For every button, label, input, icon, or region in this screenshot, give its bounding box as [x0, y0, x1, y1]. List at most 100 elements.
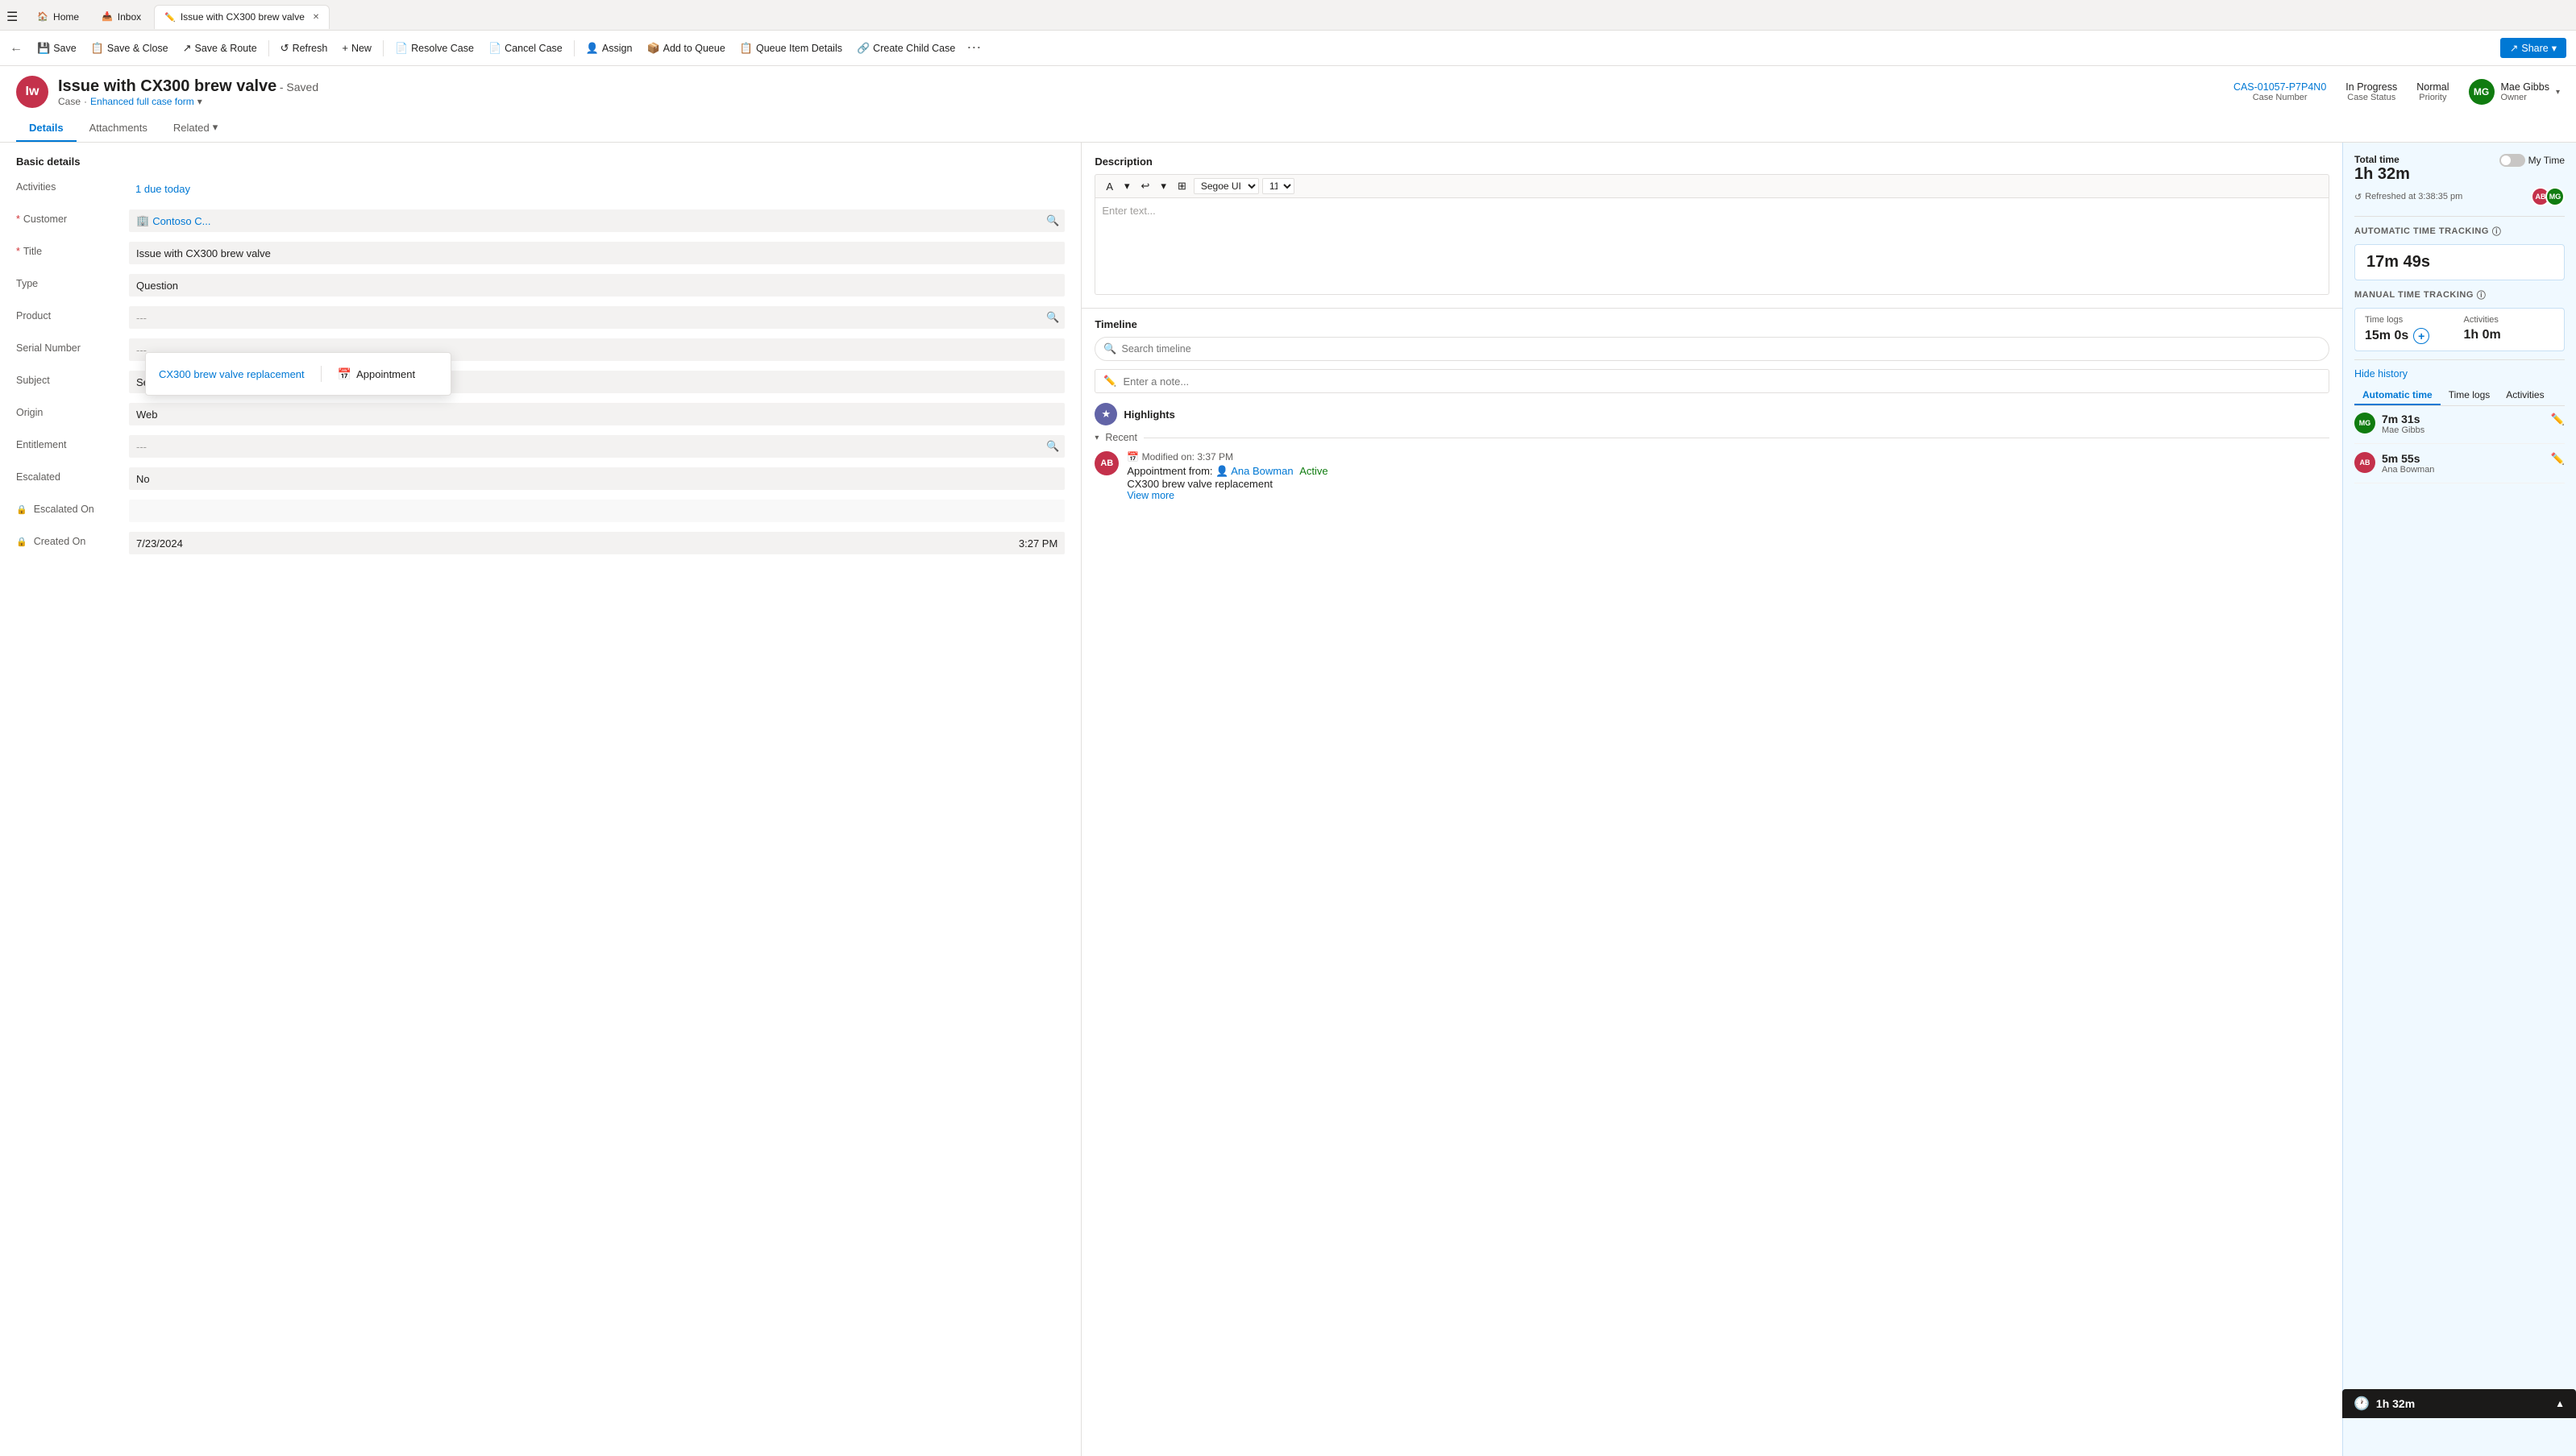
timeline-search-bar[interactable]: 🔍: [1095, 337, 2329, 361]
child-case-icon: 🔗: [857, 42, 870, 55]
format-btn-1[interactable]: A: [1102, 179, 1117, 194]
back-button[interactable]: ←: [10, 41, 23, 56]
assign-button[interactable]: 👤 Assign: [580, 39, 639, 58]
queue-icon: 📦: [646, 42, 659, 55]
owner-chevron-icon[interactable]: ▾: [2556, 88, 2560, 97]
timeline-search-icon: 🔍: [1103, 342, 1116, 355]
tab-details[interactable]: Details: [16, 114, 77, 142]
description-editor[interactable]: Enter text...: [1095, 198, 2329, 295]
hamburger-menu[interactable]: ☰: [6, 9, 18, 25]
save-route-button[interactable]: ↗ Save & Route: [177, 39, 264, 58]
share-button[interactable]: ↗ Share ▾: [2500, 38, 2566, 58]
add-to-queue-button[interactable]: 📦 Add to Queue: [640, 39, 731, 58]
activities-link[interactable]: 1 due today: [135, 183, 190, 195]
my-time-toggle[interactable]: My Time: [2499, 154, 2565, 167]
title-value[interactable]: Issue with CX300 brew valve: [129, 242, 1065, 264]
entry-content: Appointment from: 👤 Ana Bowman Active: [1127, 465, 2329, 478]
appointment-option[interactable]: 📅 Appointment: [338, 367, 415, 381]
font-family-select[interactable]: Segoe UI: [1194, 178, 1259, 194]
person-icon: 👤: [1215, 465, 1231, 477]
origin-label: Origin: [16, 403, 129, 418]
tab-close-button[interactable]: ✕: [313, 13, 319, 22]
queue-details-icon: 📋: [740, 42, 753, 55]
type-value[interactable]: Question: [129, 274, 1065, 297]
tab-home[interactable]: 🏠 Home: [27, 5, 89, 29]
tab-issue[interactable]: ✏️ Issue with CX300 brew valve ✕: [154, 5, 330, 29]
bottom-bar-chevron-icon: ▲: [2555, 1398, 2565, 1409]
history-edit-1[interactable]: ✏️: [2551, 413, 2565, 426]
escalated-on-label: 🔒 Escalated On: [16, 500, 129, 515]
view-more-link[interactable]: View more: [1127, 490, 2329, 501]
description-title: Description: [1095, 156, 2329, 168]
tab-attachments[interactable]: Attachments: [77, 114, 160, 142]
info-icon[interactable]: ⓘ: [2492, 225, 2502, 238]
save-close-button[interactable]: 📋 Save & Close: [85, 39, 175, 58]
total-time-value: 1h 32m: [2354, 165, 2410, 184]
refresh-icon: ↺: [280, 42, 289, 55]
origin-value[interactable]: Web: [129, 403, 1065, 425]
priority-meta: Normal Priority: [2416, 81, 2449, 102]
resolve-icon: 📄: [395, 42, 408, 55]
serial-number-label: Serial Number: [16, 338, 129, 354]
history-name-2: Ana Bowman: [2382, 465, 2545, 475]
add-time-log-button[interactable]: +: [2413, 328, 2429, 344]
bottom-time-bar[interactable]: 🕐 1h 32m ▲: [2342, 1389, 2576, 1418]
highlights-label: Highlights: [1124, 409, 1175, 421]
refresh-button[interactable]: ↺ Refresh: [274, 39, 334, 58]
save-button[interactable]: 💾 Save: [31, 39, 83, 58]
tab-inbox[interactable]: 📥 Inbox: [92, 5, 151, 29]
popup-link[interactable]: CX300 brew valve replacement: [159, 368, 305, 380]
history-name-1: Mae Gibbs: [2382, 425, 2545, 435]
tab-related[interactable]: Related ▾: [160, 114, 231, 142]
save-icon: 💾: [37, 42, 50, 55]
record-title-info: Issue with CX300 brew valve - Saved Case…: [58, 77, 2224, 107]
create-child-case-button[interactable]: 🔗 Create Child Case: [850, 39, 962, 58]
edit-icon: ✏️: [164, 12, 176, 23]
resolve-case-button[interactable]: 📄 Resolve Case: [388, 39, 480, 58]
time-logs-value: 15m 0s +: [2365, 328, 2456, 344]
auto-time-box: 17m 49s: [2354, 244, 2565, 280]
undo-btn[interactable]: ↩: [1137, 178, 1154, 194]
history-edit-2[interactable]: ✏️: [2551, 452, 2565, 466]
timeline-search-input[interactable]: [1122, 343, 2321, 355]
entitlement-value[interactable]: --- 🔍: [129, 435, 1065, 458]
queue-item-details-button[interactable]: 📋 Queue Item Details: [733, 39, 849, 58]
customer-value[interactable]: 🏢 Contoso C... 🔍: [129, 209, 1065, 232]
history-tab-logs[interactable]: Time logs: [2441, 386, 2499, 405]
note-input[interactable]: [1124, 375, 2321, 388]
entitlement-search-icon[interactable]: 🔍: [1046, 440, 1059, 453]
lock-icon: 🔒: [16, 504, 27, 515]
mg-avatar: MG: [2545, 187, 2565, 206]
note-input-row: ✏️: [1095, 369, 2329, 393]
product-search-icon[interactable]: 🔍: [1046, 311, 1059, 324]
recent-chevron-icon[interactable]: ▾: [1095, 433, 1099, 442]
form-chevron-icon[interactable]: ▾: [197, 96, 202, 107]
time-logs-label: Time logs: [2365, 315, 2456, 325]
hide-history-link[interactable]: Hide history: [2354, 368, 2565, 380]
form-link[interactable]: Enhanced full case form: [90, 96, 194, 107]
customer-search-icon[interactable]: 🔍: [1046, 214, 1059, 227]
cancel-case-button[interactable]: 📄 Cancel Case: [482, 39, 569, 58]
font-size-select[interactable]: 11: [1262, 178, 1294, 194]
basic-details-title: Basic details: [16, 156, 1065, 168]
new-button[interactable]: + New: [335, 39, 378, 57]
format-dropdown-btn[interactable]: ▾: [1120, 178, 1134, 194]
entry-person-link[interactable]: Ana Bowman: [1231, 465, 1293, 477]
customer-label: * Customer: [16, 209, 129, 225]
product-value[interactable]: --- 🔍: [129, 306, 1065, 329]
description-section: Description A ▾ ↩ ▾ ⊞ Segoe UI 11 Enter …: [1082, 143, 2342, 309]
escalated-value[interactable]: No: [129, 467, 1065, 490]
customer-icon: 🏢: [136, 214, 149, 227]
escalated-row: Escalated No: [16, 467, 1065, 492]
product-row: Product --- 🔍: [16, 306, 1065, 330]
manual-info-icon[interactable]: ⓘ: [2477, 288, 2487, 301]
toggle-switch[interactable]: [2499, 154, 2525, 167]
history-tab-auto[interactable]: Automatic time: [2354, 386, 2441, 405]
undo-dropdown-btn[interactable]: ▾: [1157, 178, 1170, 194]
record-saved-label: - Saved: [280, 81, 318, 93]
avatars-row: AB MG: [2531, 187, 2565, 206]
case-number-meta: CAS-01057-P7P4N0 Case Number: [2233, 81, 2326, 102]
history-tab-activities[interactable]: Activities: [2498, 386, 2552, 405]
more-options-button[interactable]: ⋯: [963, 36, 984, 60]
more-format-btn[interactable]: ⊞: [1174, 178, 1190, 194]
